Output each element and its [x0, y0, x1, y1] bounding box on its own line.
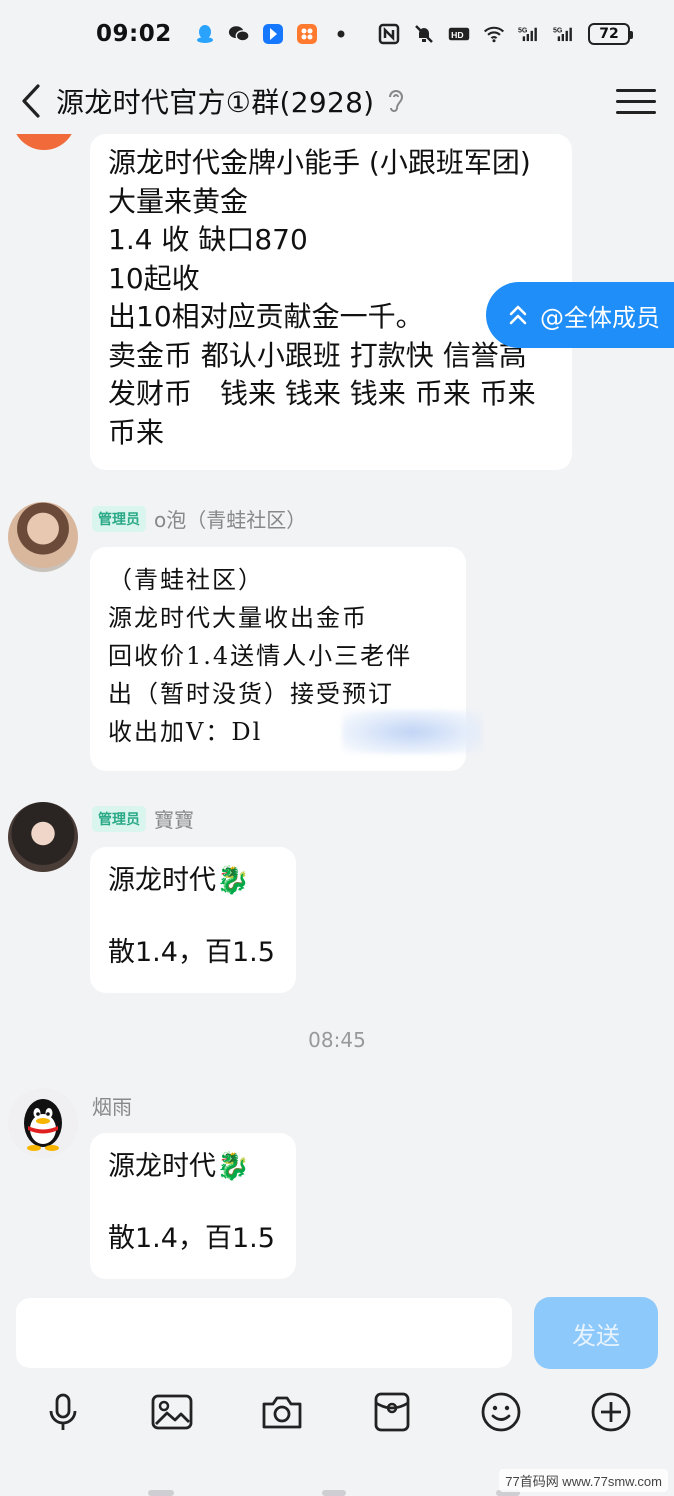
bluetooth-app-icon: [262, 23, 284, 45]
svg-text:HD: HD: [451, 30, 463, 40]
message-bubble[interactable]: （青蛙社区） 源龙时代大量收出金币 回收价1.4送情人小三老伴 出（暂时没货）接…: [90, 547, 482, 771]
message-line: 1.4 收 缺口870: [108, 223, 308, 256]
earpiece-mode-icon[interactable]: [384, 87, 408, 115]
wifi-icon: [483, 23, 505, 45]
message-line: 源龙时代🐉: [108, 865, 250, 896]
message-list[interactable]: 源龙时代金牌小能手 (小跟班军团) 大量来黄金 1.4 收 缺口870 10起收…: [0, 134, 674, 1286]
avatar[interactable]: [12, 134, 76, 150]
emoji-icon[interactable]: [473, 1384, 529, 1440]
redacted-blur: [342, 710, 482, 754]
mention-all-label: @全体成员: [540, 303, 660, 332]
sender-row: 烟雨: [92, 1091, 132, 1120]
signal-5g-icon: 5G: [518, 23, 540, 45]
wechat-icon: [228, 23, 250, 45]
input-area: 发送: [0, 1286, 674, 1496]
signal-5g-icon: 5G: [553, 23, 575, 45]
avatar[interactable]: [8, 802, 78, 872]
dot-icon: [330, 23, 352, 45]
sender-row: 管理员 o泡（青蛙社区）: [92, 504, 306, 533]
sender-name[interactable]: o泡（青蛙社区）: [154, 504, 306, 533]
menu-line: [616, 88, 656, 92]
double-chevron-up-icon: [509, 305, 527, 325]
message-line: 回收价1.4送情人小三老伴: [108, 642, 413, 670]
back-button[interactable]: [6, 76, 56, 126]
camera-icon[interactable]: [254, 1384, 310, 1440]
qq-icon: [194, 23, 216, 45]
message-line: 出（暂时没货）接受预订: [108, 680, 394, 708]
nfc-icon: [378, 23, 400, 45]
image-icon[interactable]: [144, 1384, 200, 1440]
admin-badge: 管理员: [92, 805, 146, 832]
menu-line: [616, 99, 656, 103]
svg-text:5G: 5G: [553, 27, 563, 34]
menu-button[interactable]: [616, 81, 656, 121]
message-line: 发财币 钱来 钱来 钱来 币来 币来: [108, 377, 536, 410]
message-line: 源龙时代🐉: [108, 1151, 250, 1182]
message-line: （青蛙社区）: [108, 566, 264, 594]
hd-icon: HD: [448, 23, 470, 45]
avatar[interactable]: [8, 1088, 78, 1158]
message-line: 散1.4，百1.5: [108, 937, 275, 968]
chevron-left-icon: [22, 84, 40, 118]
message-line: 10起收: [108, 261, 200, 295]
mention-all-button[interactable]: @全体成员: [486, 282, 674, 348]
plus-icon[interactable]: [583, 1384, 639, 1440]
message-line: 散1.4，百1.5: [108, 1223, 275, 1254]
sender-name[interactable]: 烟雨: [92, 1091, 132, 1120]
group-title[interactable]: 源龙时代官方①群(2928): [56, 81, 374, 121]
sender-name[interactable]: 寶寶: [154, 804, 194, 833]
message-bubble[interactable]: 源龙时代🐉 散1.4，百1.5: [90, 1133, 296, 1279]
microphone-icon[interactable]: [35, 1384, 91, 1440]
battery-indicator: 72: [588, 23, 633, 45]
status-bar: 09:02 HD 5G 5G 72: [0, 0, 674, 68]
message-line: 源龙时代大量收出金币: [108, 604, 368, 632]
message-line: 币来: [108, 415, 165, 449]
status-time: 09:02: [96, 21, 172, 47]
menu-line: [616, 110, 656, 114]
message-timestamp: 08:45: [308, 1028, 366, 1052]
message-line: 源龙时代金牌小能手 (小跟班军团): [108, 146, 531, 179]
sender-row: 管理员 寶寶: [92, 804, 194, 833]
message-line: 大量来黄金: [108, 184, 249, 218]
avatar[interactable]: [8, 502, 78, 572]
nav-menu-hint[interactable]: [148, 1490, 174, 1496]
penguin-avatar-icon: [24, 1099, 62, 1151]
app-grid-icon: [296, 23, 318, 45]
svg-text:5G: 5G: [518, 27, 528, 34]
status-system-icons: HD 5G 5G 72: [378, 23, 633, 45]
message-bubble[interactable]: 源龙时代🐉 散1.4，百1.5: [90, 847, 296, 993]
red-packet-icon[interactable]: [364, 1384, 420, 1440]
watermark: 77首码网 www.77smw.com: [499, 1469, 668, 1492]
send-button[interactable]: 发送: [534, 1297, 658, 1369]
admin-badge: 管理员: [92, 505, 146, 532]
message-line: 卖金币 都认小跟班 打款快 信誉高: [108, 338, 527, 372]
mute-icon: [413, 23, 435, 45]
input-toolbar: [0, 1384, 674, 1440]
message-input[interactable]: [16, 1298, 512, 1368]
status-app-icons: [194, 23, 352, 45]
nav-home-hint[interactable]: [322, 1490, 346, 1496]
chat-header: 源龙时代官方①群(2928): [0, 68, 674, 134]
